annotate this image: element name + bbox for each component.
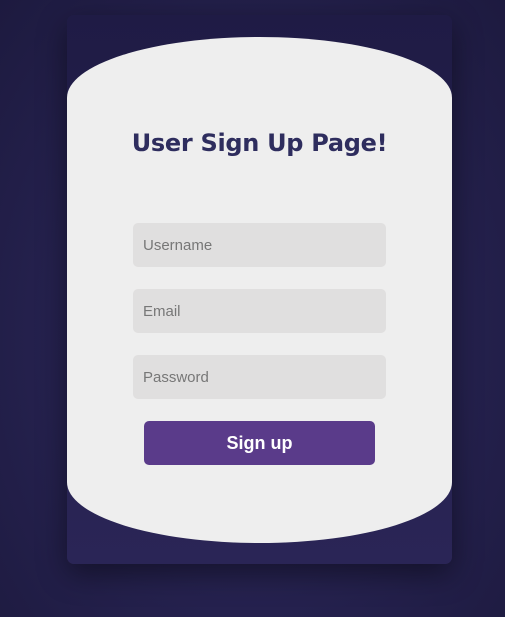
username-field[interactable] xyxy=(133,223,386,267)
signup-card: User Sign Up Page! Sign up xyxy=(67,15,452,564)
password-field[interactable] xyxy=(133,355,386,399)
sign-up-button[interactable]: Sign up xyxy=(144,421,375,465)
page-title: User Sign Up Page! xyxy=(131,129,388,157)
form-panel: User Sign Up Page! Sign up xyxy=(67,37,452,543)
email-field[interactable] xyxy=(133,289,386,333)
